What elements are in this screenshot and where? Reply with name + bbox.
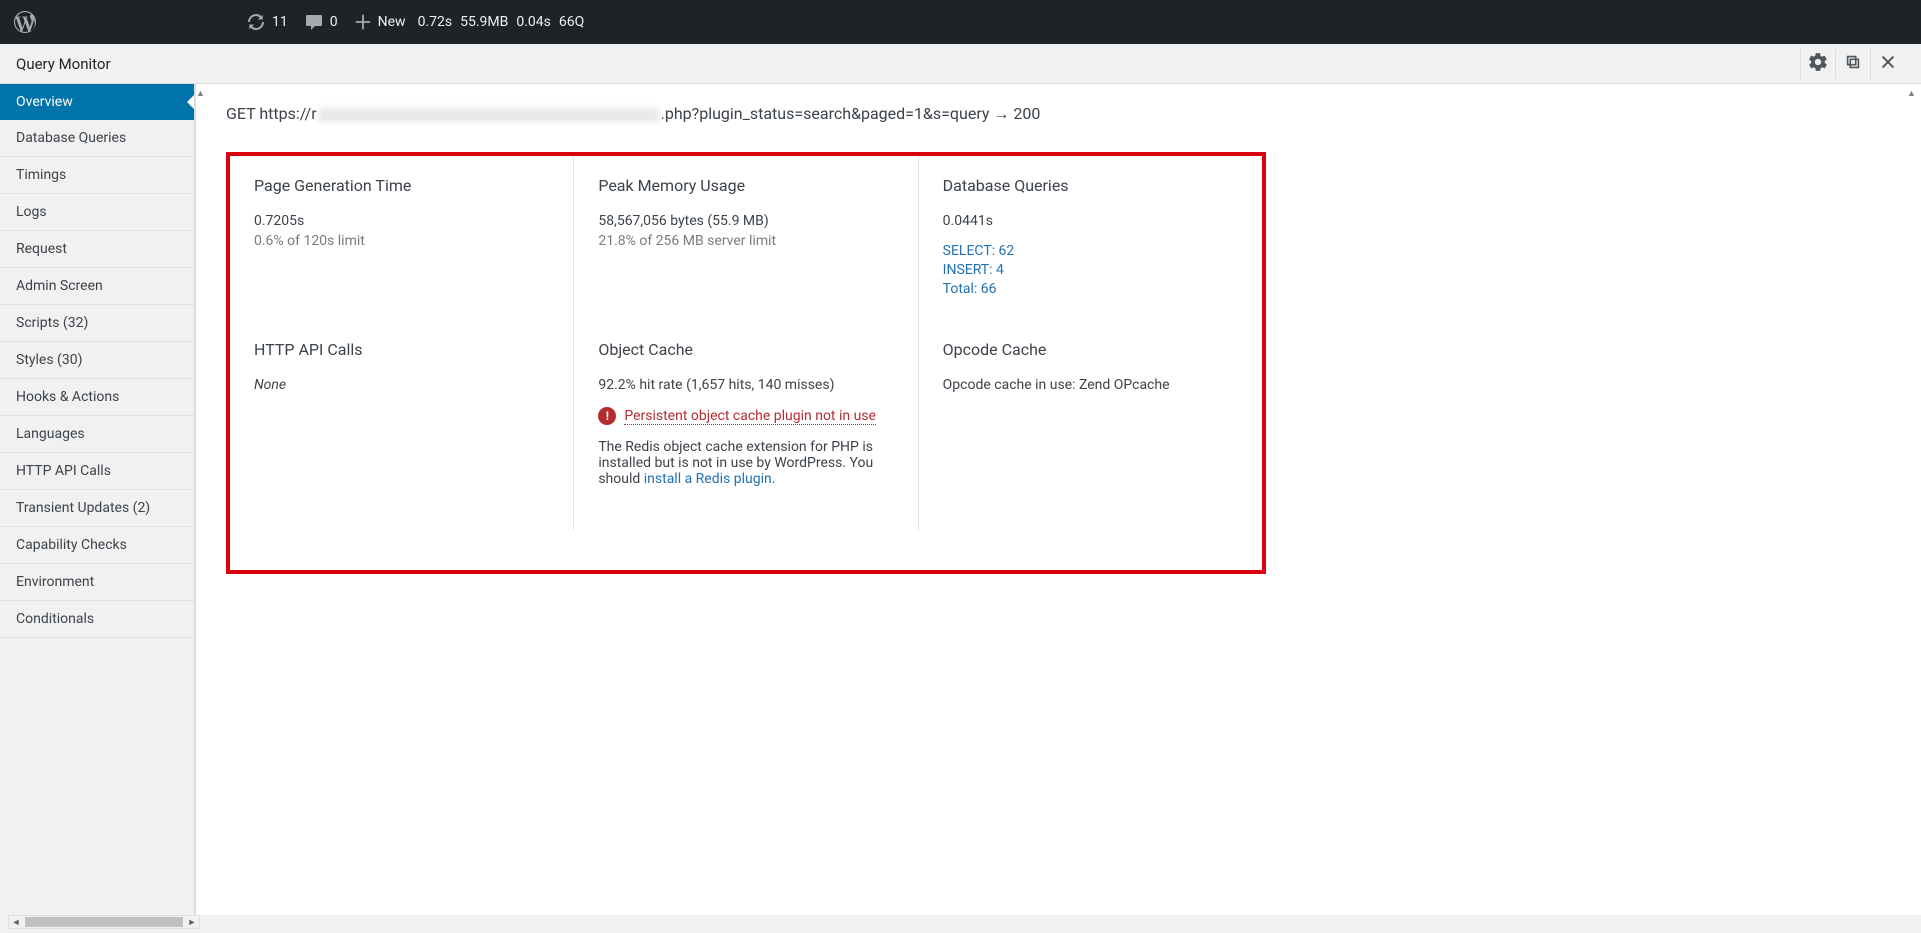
cache-description: The Redis object cache extension for PHP… xyxy=(598,439,893,487)
main-panel: GET https://r.php?plugin_status=search&p… xyxy=(195,84,1921,915)
plus-icon xyxy=(354,13,372,31)
sidebar-item-capability-checks[interactable]: Capability Checks xyxy=(0,527,194,564)
horizontal-scrollbar[interactable]: ◄ ► xyxy=(8,915,200,929)
scroll-left-icon[interactable]: ◄ xyxy=(9,915,23,929)
panel-title: Query Monitor xyxy=(16,55,1800,73)
sidebar-item-scripts-32[interactable]: Scripts (32) xyxy=(0,305,194,342)
sidebar-item-timings[interactable]: Timings xyxy=(0,157,194,194)
comment-icon xyxy=(304,12,324,32)
warning-icon: ! xyxy=(598,407,616,425)
object-cache-cell: Object Cache 92.2% hit rate (1,657 hits,… xyxy=(574,320,918,530)
overview-metrics-box: Page Generation Time 0.7205s 0.6% of 120… xyxy=(226,152,1266,574)
comments-button[interactable]: 0 xyxy=(296,0,346,44)
total-queries-link[interactable]: Total: 66 xyxy=(943,281,1238,297)
memory-cell: Peak Memory Usage 58,567,056 bytes (55.9… xyxy=(574,156,918,320)
updates-count: 11 xyxy=(272,14,288,30)
sidebar-item-request[interactable]: Request xyxy=(0,231,194,268)
sidebar-item-transient-updates-2[interactable]: Transient Updates (2) xyxy=(0,490,194,527)
scroll-up-icon[interactable]: ▲ xyxy=(1907,88,1917,98)
sidebar-item-http-api-calls[interactable]: HTTP API Calls xyxy=(0,453,194,490)
install-redis-link[interactable]: install a Redis plugin xyxy=(644,471,772,487)
sidebar-item-languages[interactable]: Languages xyxy=(0,416,194,453)
opcode-cache-cell: Opcode Cache Opcode cache in use: Zend O… xyxy=(919,320,1262,530)
scroll-right-icon[interactable]: ► xyxy=(185,915,199,929)
sidebar-item-conditionals[interactable]: Conditionals xyxy=(0,601,194,638)
sidebar-item-overview[interactable]: Overview xyxy=(0,84,194,120)
close-icon xyxy=(1879,53,1897,71)
sidebar-item-hooks-actions[interactable]: Hooks & Actions xyxy=(0,379,194,416)
sidebar-item-styles-30[interactable]: Styles (30) xyxy=(0,342,194,379)
wordpress-logo-icon[interactable] xyxy=(12,9,38,35)
window-icon xyxy=(1844,53,1862,71)
updates-button[interactable]: 11 xyxy=(238,0,296,44)
comments-count: 0 xyxy=(330,14,338,30)
sidebar-item-environment[interactable]: Environment xyxy=(0,564,194,601)
cache-warning: ! Persistent object cache plugin not in … xyxy=(598,407,893,425)
sidebar-item-logs[interactable]: Logs xyxy=(0,194,194,231)
select-queries-link[interactable]: SELECT: 62 xyxy=(943,243,1238,259)
close-button[interactable] xyxy=(1870,49,1905,79)
new-content-button[interactable]: New xyxy=(346,0,414,44)
gear-icon xyxy=(1809,53,1827,71)
scroll-thumb[interactable] xyxy=(25,917,183,927)
http-api-cell: HTTP API Calls None xyxy=(230,320,574,530)
settings-button[interactable] xyxy=(1800,49,1835,79)
admin-bar: 11 0 New 0.72s 55.9MB 0.04s 66Q xyxy=(0,0,1921,44)
new-label: New xyxy=(378,14,406,30)
request-summary: GET https://r.php?plugin_status=search&p… xyxy=(226,104,1891,124)
sidebar-nav: OverviewDatabase QueriesTimingsLogsReque… xyxy=(0,84,195,915)
sidebar-item-admin-screen[interactable]: Admin Screen xyxy=(0,268,194,305)
insert-queries-link[interactable]: INSERT: 4 xyxy=(943,262,1238,278)
db-queries-cell: Database Queries 0.0441s SELECT: 62 INSE… xyxy=(919,156,1262,320)
redacted-url xyxy=(319,108,659,122)
maximize-button[interactable] xyxy=(1835,49,1870,79)
panel-header: Query Monitor xyxy=(0,44,1921,84)
page-generation-cell: Page Generation Time 0.7205s 0.6% of 120… xyxy=(230,156,574,320)
sidebar-item-database-queries[interactable]: Database Queries xyxy=(0,120,194,157)
refresh-icon xyxy=(246,12,266,32)
scroll-up-icon[interactable]: ▲ xyxy=(196,88,206,98)
qm-stats[interactable]: 0.72s xyxy=(414,0,457,44)
